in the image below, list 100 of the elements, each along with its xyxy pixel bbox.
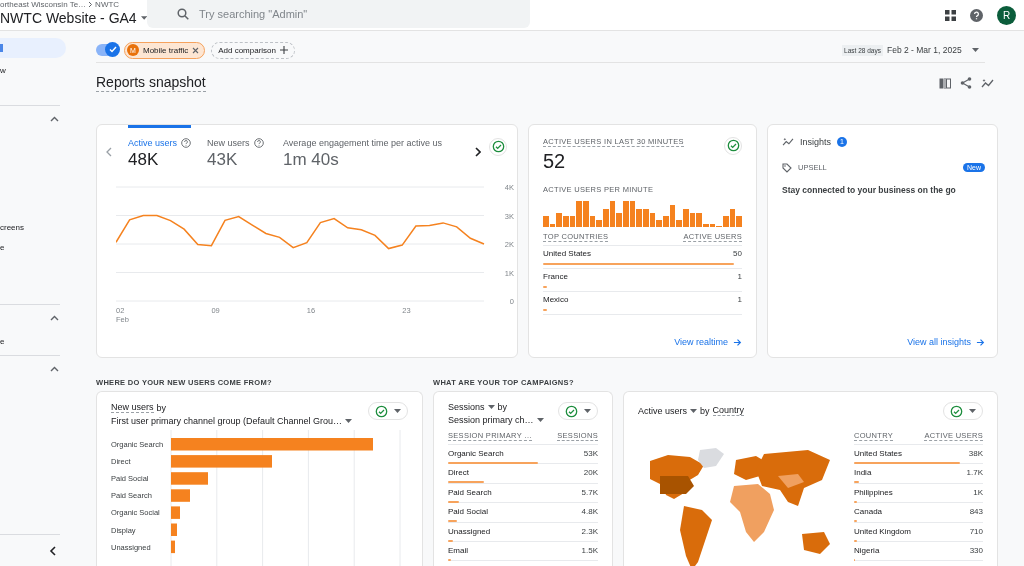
row-label: France	[543, 272, 568, 281]
view-insights-link[interactable]: View all insights	[907, 337, 985, 347]
next-button[interactable]	[475, 147, 481, 157]
caret-icon	[140, 16, 147, 20]
row-value: 38K	[968, 449, 983, 458]
sidebar-item[interactable]: creens	[0, 217, 66, 237]
row-label: United States	[543, 249, 592, 258]
search-icon	[177, 7, 189, 20]
row-value: 1K	[973, 487, 983, 497]
row-value: 1	[737, 272, 742, 281]
plus-icon	[280, 46, 288, 55]
row-value: 1	[737, 295, 742, 304]
tag-icon	[782, 163, 792, 173]
apps-button[interactable]	[945, 9, 956, 21]
check-circle-icon	[950, 404, 963, 418]
metric-tab[interactable]: Active users 48K	[128, 125, 192, 170]
bar	[171, 506, 180, 519]
row-value: 20K	[583, 468, 598, 478]
row-value: 330	[969, 545, 983, 555]
caret-icon	[969, 409, 976, 413]
row-label: Philippines	[854, 487, 893, 497]
previous-button[interactable]	[106, 147, 112, 157]
row-value: 53K	[583, 449, 598, 458]
metric-label: Average engagement time per active us	[283, 138, 443, 148]
card-heading: by	[700, 405, 710, 416]
caret-icon	[690, 408, 698, 413]
sidebar-item[interactable]: w	[0, 60, 66, 80]
help-icon	[970, 8, 983, 22]
caret-icon	[345, 419, 353, 423]
insight-text: Stay connected to your business on the go	[782, 185, 957, 195]
arrow-right-icon	[733, 337, 742, 347]
share-icon	[960, 77, 972, 90]
dimension-selector[interactable]: Session primary ch…	[448, 415, 534, 425]
breadcrumb[interactable]: ortheast Wisconsin Te…	[0, 0, 87, 9]
help-button[interactable]	[970, 8, 983, 22]
metric-tab[interactable]: Average engagement time per active us 1m 40s	[283, 125, 471, 170]
metric-tab[interactable]: New users 43K	[207, 125, 268, 170]
bar	[171, 472, 208, 485]
comparison-menu-button[interactable]	[558, 402, 598, 420]
bar	[171, 540, 175, 554]
row-value: 710	[969, 526, 983, 536]
row-value: 50	[733, 249, 742, 258]
sidebar-item[interactable]: e	[0, 237, 66, 257]
row-value: 2.3K	[581, 526, 598, 536]
chevron-right-icon	[475, 147, 481, 157]
caret-icon	[487, 405, 495, 409]
account-avatar[interactable]: R	[997, 5, 1016, 25]
comparison-menu-button[interactable]	[368, 402, 408, 420]
row-label: India	[854, 468, 872, 478]
search-field[interactable]: Try searching "Admin"	[147, 0, 530, 28]
compare-button[interactable]	[939, 77, 951, 89]
active-users-count: 52	[543, 150, 567, 173]
row-value: 1.7K	[966, 468, 983, 478]
metric-label: Active users	[128, 138, 192, 148]
row-value: 5.7K	[581, 487, 598, 497]
metric-selector[interactable]: Active users	[638, 405, 688, 416]
row-label: Paid Search	[448, 487, 492, 497]
metric-selector[interactable]: Sessions	[448, 402, 485, 412]
chevron-up-icon[interactable]	[50, 366, 59, 372]
caret-icon	[536, 418, 544, 422]
property-selector[interactable]: NWTC Website - GA4	[0, 10, 147, 26]
card-heading: Insights	[800, 137, 832, 147]
row-label: United States	[854, 449, 903, 458]
caret-icon	[972, 48, 979, 53]
bar	[171, 489, 190, 502]
insights-button[interactable]	[981, 78, 994, 89]
apps-grid-icon	[945, 9, 956, 21]
row-label: Paid Social	[448, 507, 489, 517]
card-heading: by	[156, 402, 167, 413]
view-realtime-link[interactable]: View realtime	[674, 337, 742, 347]
card-heading: by	[497, 402, 508, 412]
row-label: Organic Search	[448, 449, 504, 458]
bar	[171, 523, 177, 536]
chevron-up-icon[interactable]	[50, 116, 59, 122]
row-label: Direct	[448, 468, 469, 478]
columns-icon	[939, 77, 951, 89]
check-circle-icon	[726, 139, 740, 153]
page-title: Reports snapshot	[96, 74, 206, 93]
row-label: United Kingdom	[854, 526, 911, 536]
chevron-up-icon[interactable]	[50, 315, 59, 321]
chevron-left-icon	[49, 545, 56, 556]
breadcrumb[interactable]: NWTC	[95, 0, 120, 9]
row-label: Nigeria	[854, 545, 880, 555]
row-label: Canada	[854, 507, 883, 517]
trend-sparkle-icon	[981, 78, 994, 89]
check-circle-icon	[565, 404, 578, 418]
sidebar-item[interactable]: e	[0, 331, 66, 351]
row-label: Unassigned	[448, 526, 491, 536]
arrow-right-icon	[976, 337, 985, 347]
comparison-toggle[interactable]	[96, 44, 118, 57]
metric-selector[interactable]: New users	[111, 402, 154, 413]
row-value: 843	[969, 507, 983, 517]
dimension-selector[interactable]: First user primary channel group (Default Channel Grou…	[111, 416, 343, 426]
close-icon	[192, 46, 200, 54]
caret-icon	[584, 409, 591, 413]
dimension-selector[interactable]: Country	[712, 405, 745, 416]
row-label: Email	[448, 545, 468, 555]
chevron-left-icon	[106, 147, 112, 157]
comparison-menu-button[interactable]	[943, 402, 983, 420]
share-button[interactable]	[960, 77, 972, 90]
